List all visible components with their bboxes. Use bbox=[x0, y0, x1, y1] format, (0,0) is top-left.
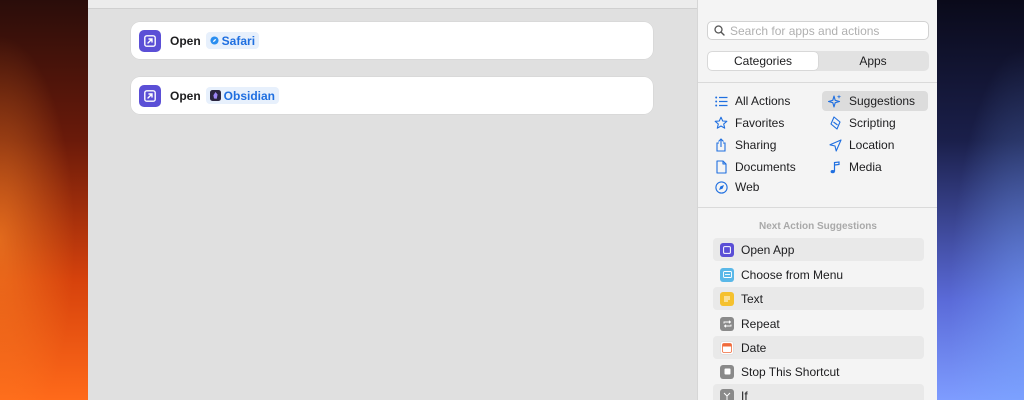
category-label: Scripting bbox=[849, 116, 896, 130]
suggestions-section-title: Next Action Suggestions bbox=[759, 221, 877, 232]
repeat-icon bbox=[720, 316, 734, 331]
category-documents[interactable]: Documents bbox=[708, 157, 808, 177]
action-open-app-obsidian[interactable]: Open Obsidian bbox=[131, 77, 653, 114]
category-media[interactable]: Media bbox=[822, 157, 928, 177]
suggestion-label: Choose from Menu bbox=[741, 267, 844, 282]
divider bbox=[698, 82, 937, 83]
open-app-icon bbox=[720, 242, 734, 257]
compass-icon bbox=[713, 179, 729, 195]
category-label: Documents bbox=[735, 160, 796, 174]
sparkles-icon bbox=[827, 93, 843, 109]
action-library-sidebar: Categories Apps All Actions Favorites Sh… bbox=[697, 0, 937, 400]
search-field[interactable] bbox=[707, 21, 929, 40]
category-label: Favorites bbox=[735, 116, 785, 130]
category-all-actions[interactable]: All Actions bbox=[708, 91, 808, 111]
document-icon bbox=[713, 159, 729, 175]
suggestion-label: Repeat bbox=[741, 316, 780, 331]
category-scripting[interactable]: Scripting bbox=[822, 113, 928, 133]
app-token-label: Obsidian bbox=[223, 88, 276, 103]
stop-icon bbox=[720, 364, 734, 379]
action-verb: Open bbox=[170, 88, 201, 103]
scripting-icon bbox=[827, 115, 843, 131]
category-sharing[interactable]: Sharing bbox=[708, 135, 808, 155]
library-segmented-control: Categories Apps bbox=[707, 51, 929, 71]
menu-icon bbox=[720, 267, 734, 282]
category-label: Web bbox=[735, 180, 760, 194]
divider bbox=[698, 207, 937, 208]
category-suggestions[interactable]: Suggestions bbox=[822, 91, 928, 111]
suggestion-label: Stop This Shortcut bbox=[741, 364, 840, 379]
category-location[interactable]: Location bbox=[822, 135, 928, 155]
if-branch-icon bbox=[720, 388, 734, 400]
segment-apps[interactable]: Apps bbox=[818, 52, 928, 70]
music-note-icon bbox=[827, 159, 843, 175]
list-icon bbox=[713, 93, 729, 109]
editor-toolbar-edge bbox=[88, 0, 697, 9]
category-label: Media bbox=[849, 160, 882, 174]
category-label: Sharing bbox=[735, 138, 777, 152]
open-app-icon bbox=[139, 29, 161, 52]
text-icon bbox=[720, 291, 734, 306]
suggestion-label: If bbox=[741, 388, 748, 400]
calendar-icon bbox=[720, 340, 734, 355]
suggestion-if[interactable]: If bbox=[713, 384, 924, 400]
app-token-obsidian[interactable]: Obsidian bbox=[205, 87, 280, 104]
category-web[interactable]: Web bbox=[708, 177, 808, 197]
share-icon bbox=[713, 137, 729, 153]
category-favorites[interactable]: Favorites bbox=[708, 113, 808, 133]
suggestion-label: Text bbox=[741, 291, 764, 306]
category-label: All Actions bbox=[735, 94, 791, 108]
open-app-icon bbox=[139, 84, 161, 107]
action-open-app-safari[interactable]: Open Safari bbox=[131, 22, 653, 59]
location-arrow-icon bbox=[827, 137, 843, 153]
desktop-wallpaper-right bbox=[936, 0, 1024, 400]
category-label: Location bbox=[849, 138, 895, 152]
suggestion-open-app[interactable]: Open App bbox=[713, 238, 924, 261]
suggestion-text[interactable]: Text bbox=[713, 287, 924, 310]
action-verb: Open bbox=[170, 33, 201, 48]
suggestion-label: Date bbox=[741, 340, 767, 355]
suggestion-stop-this-shortcut[interactable]: Stop This Shortcut bbox=[713, 360, 924, 383]
app-token-safari[interactable]: Safari bbox=[205, 32, 260, 49]
obsidian-icon bbox=[209, 90, 221, 101]
desktop-wallpaper-left bbox=[0, 0, 88, 400]
suggestion-repeat[interactable]: Repeat bbox=[713, 312, 924, 335]
search-icon bbox=[714, 25, 725, 36]
shortcut-editor: Open Safari Open Obsidian bbox=[88, 0, 697, 400]
search-input[interactable] bbox=[730, 23, 920, 38]
suggestion-choose-from-menu[interactable]: Choose from Menu bbox=[713, 263, 924, 286]
suggestion-date[interactable]: Date bbox=[713, 336, 924, 359]
safari-icon bbox=[210, 36, 219, 45]
category-label: Suggestions bbox=[849, 94, 916, 108]
shortcuts-window: Open Safari Open Obsidian Search for app… bbox=[88, 0, 937, 400]
suggestion-label: Open App bbox=[741, 242, 795, 257]
star-icon bbox=[713, 115, 729, 131]
app-token-label: Safari bbox=[221, 33, 256, 48]
segment-categories[interactable]: Categories bbox=[708, 52, 818, 70]
